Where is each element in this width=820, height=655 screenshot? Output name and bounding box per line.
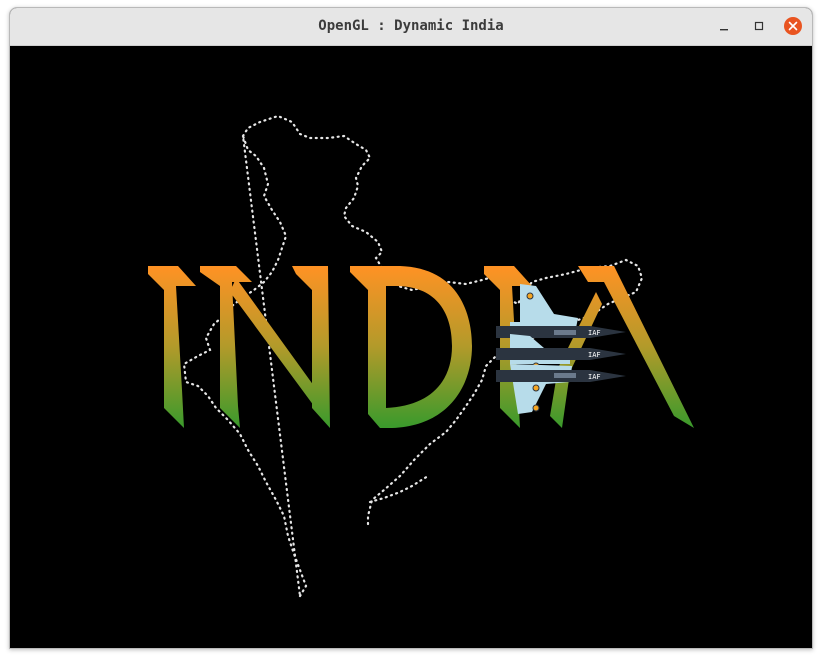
opengl-canvas[interactable]: IAF IAF IAF [10,46,812,648]
letter-i-1 [148,266,196,428]
jet-top: IAF [496,284,626,340]
letter-n [200,266,330,428]
letter-a [550,266,694,428]
jet-middle: IAF [496,334,626,370]
scene: IAF IAF IAF [148,114,694,600]
minimize-icon[interactable] [714,16,734,36]
jet-bottom-marking: IAF [588,373,601,381]
maximize-icon[interactable] [749,16,769,36]
jet-top-marking: IAF [588,329,601,337]
jet-middle-marking: IAF [588,351,601,359]
app-window: OpenGL : Dynamic India IAF IAF IAF [9,7,813,649]
title-bar[interactable]: OpenGL : Dynamic India [10,8,812,46]
close-icon[interactable] [783,16,803,36]
window-title: OpenGL : Dynamic India [318,18,504,34]
